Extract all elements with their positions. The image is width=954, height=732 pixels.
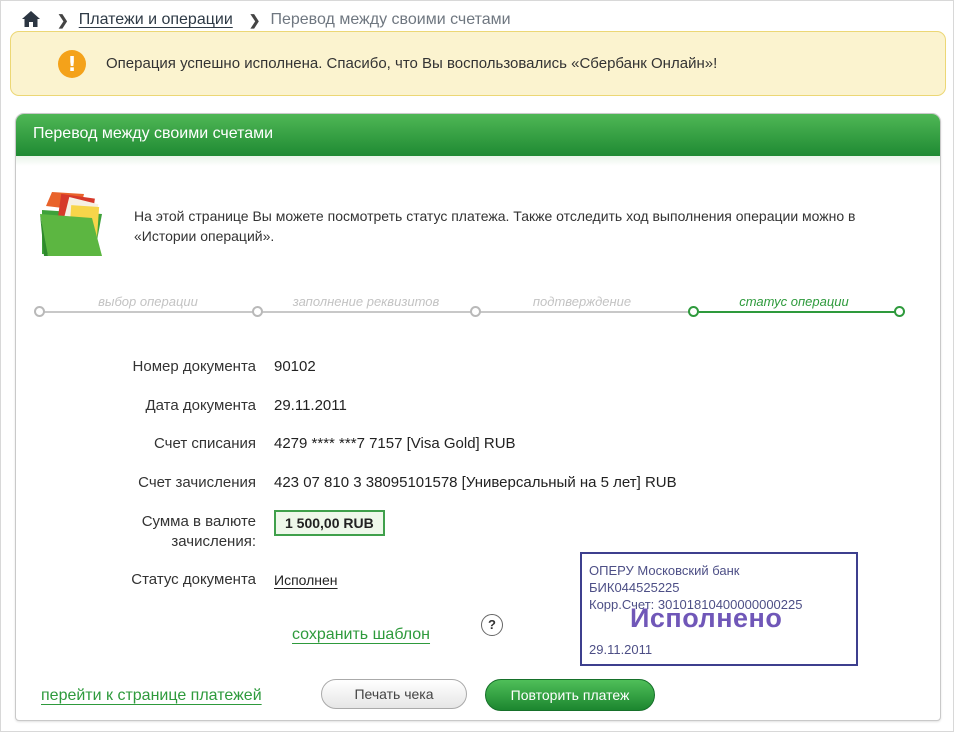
step-label-status: статус операции bbox=[739, 294, 849, 309]
step-label-confirm: подтверждение bbox=[532, 294, 632, 309]
field-label: Статус документа bbox=[131, 571, 256, 588]
home-icon[interactable] bbox=[21, 10, 41, 30]
panel-title: Перевод между своими счетами bbox=[16, 114, 940, 156]
transfer-panel: Перевод между своими счетами На этой стр… bbox=[15, 113, 941, 721]
progress-steps: выбор операции заполнение реквизитов под… bbox=[34, 294, 914, 324]
step-track bbox=[39, 311, 699, 313]
field-label: Счет списания bbox=[154, 435, 256, 452]
panel-subheader bbox=[16, 156, 940, 166]
repeat-payment-button[interactable]: Повторить платеж bbox=[485, 679, 655, 711]
breadcrumb-current: Перевод между своими счетами bbox=[270, 11, 511, 28]
breadcrumb: ❯ Платежи и операции ❯ Перевод между сво… bbox=[21, 9, 511, 31]
step-dot-active bbox=[894, 306, 905, 317]
banner-message: Операция успешно исполнена. Спасибо, что… bbox=[106, 55, 718, 72]
stamp-date: 29.11.2011 bbox=[589, 642, 653, 657]
status-link[interactable]: Исполнен bbox=[274, 570, 338, 590]
step-label-fill: заполнение реквизитов bbox=[292, 294, 440, 309]
step-dot bbox=[252, 306, 263, 317]
folder-icon bbox=[36, 184, 114, 262]
field-label: Номер документа bbox=[132, 358, 256, 375]
field-value: 29.11.2011 bbox=[274, 397, 347, 414]
stamp-bik: БИК044525225 bbox=[589, 580, 680, 595]
goto-payments-link[interactable]: перейти к странице платежей bbox=[41, 687, 262, 705]
step-dot bbox=[34, 306, 45, 317]
save-template-link[interactable]: сохранить шаблон bbox=[292, 626, 430, 644]
step-label-choose: выбор операции bbox=[98, 294, 198, 309]
breadcrumb-link-payments[interactable]: Платежи и операции bbox=[79, 11, 233, 29]
chevron-right-icon: ❯ bbox=[248, 11, 261, 28]
chevron-right-icon: ❯ bbox=[57, 11, 69, 28]
field-label: Сумма в валюте зачисления: bbox=[141, 513, 256, 550]
field-value: 90102 bbox=[274, 358, 316, 375]
stamp-status: Исполнено bbox=[630, 603, 783, 633]
stamp-bank-name: ОПЕРУ Московский банк bbox=[589, 563, 740, 578]
help-icon[interactable]: ? bbox=[481, 614, 503, 636]
field-label: Дата документа bbox=[145, 397, 256, 414]
bank-stamp: ОПЕРУ Московский банк БИК044525225 Корр.… bbox=[580, 552, 858, 666]
field-value: 4279 **** ***7 7157 [Visa Gold] RUB bbox=[274, 435, 516, 452]
amount-value: 1 500,00 RUB bbox=[274, 510, 385, 536]
print-receipt-button[interactable]: Печать чека bbox=[321, 679, 467, 709]
intro-section: На этой странице Вы можете посмотреть ст… bbox=[36, 184, 916, 264]
intro-text: На этой странице Вы можете посмотреть ст… bbox=[134, 208, 856, 244]
field-value: 423 07 810 3 38095101578 [Универсальный … bbox=[274, 474, 677, 491]
step-track-active bbox=[699, 311, 899, 313]
success-banner: ! Операция успешно исполнена. Спасибо, ч… bbox=[10, 31, 946, 96]
step-dot bbox=[470, 306, 481, 317]
page-frame: ❯ Платежи и операции ❯ Перевод между сво… bbox=[0, 0, 954, 732]
field-label: Счет зачисления bbox=[138, 474, 256, 491]
info-icon: ! bbox=[58, 49, 86, 78]
